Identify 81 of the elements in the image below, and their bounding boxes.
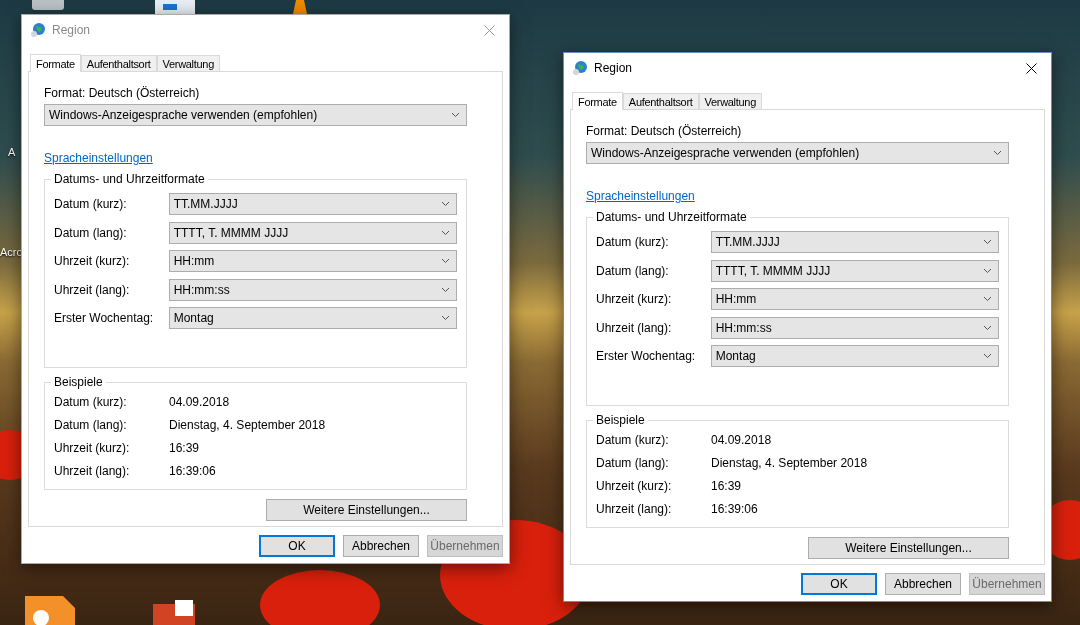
example-label: Datum (lang):: [54, 418, 128, 432]
window-title: Region: [594, 61, 634, 75]
format-dropdown[interactable]: HH:mm: [710, 288, 999, 311]
example-value: Dienstag, 4. September 2018: [711, 456, 868, 470]
format-dropdown[interactable]: Windows-Anzeigesprache verwenden (empfohlen): [44, 104, 467, 126]
format-dropdown[interactable]: TTTT, T. MMMM JJJJ: [710, 259, 999, 282]
field-label: Datum (lang):: [54, 225, 128, 240]
example-label: Uhrzeit (kurz):: [596, 479, 673, 493]
format-dropdown[interactable]: Windows-Anzeigesprache verwenden (empfohlen): [586, 142, 1009, 164]
more-settings-button[interactable]: Weitere Einstellungen...: [808, 536, 1009, 559]
chevron-down-icon: [441, 258, 450, 265]
example-label: Datum (lang):: [596, 456, 670, 470]
example-value: 04.09.2018: [711, 433, 772, 447]
desktop-icon-label: A: [8, 146, 16, 158]
format-dropdown[interactable]: Montag: [168, 307, 457, 330]
tab[interactable]: Aufenthaltsort: [80, 55, 157, 71]
globe-icon: [30, 22, 46, 38]
example-value: 16:39:06: [169, 464, 216, 478]
globe-icon: [572, 60, 588, 76]
format-label: Format: Deutsch (Österreich): [44, 86, 201, 100]
chevron-down-icon: [441, 286, 450, 293]
format-dropdown[interactable]: TTTT, T. MMMM JJJJ: [168, 221, 457, 244]
tab[interactable]: Formate: [572, 92, 623, 110]
field-label: Uhrzeit (lang):: [54, 282, 131, 297]
tab[interactable]: Verwaltung: [156, 55, 220, 71]
field-label: Datum (kurz):: [596, 235, 670, 250]
chevron-down-icon: [441, 315, 450, 322]
field-label: Erster Wochentag:: [54, 311, 155, 326]
example-label: Datum (kurz):: [54, 395, 128, 409]
chevron-down-icon: [441, 201, 450, 208]
group-title: Datums- und Uhrzeitformate: [51, 172, 208, 186]
example-value: 16:39: [169, 441, 200, 455]
window-icon[interactable]: [155, 0, 195, 14]
example-value: 16:39:06: [711, 502, 758, 516]
format-dropdown[interactable]: HH:mm: [168, 250, 457, 273]
presentation-icon[interactable]: [153, 600, 195, 625]
chevron-down-icon: [451, 112, 460, 118]
close-icon: [483, 24, 495, 36]
dialog-button[interactable]: OK: [801, 573, 877, 595]
more-settings-button[interactable]: Weitere Einstellungen...: [266, 498, 467, 521]
format-dropdown[interactable]: TT.MM.JJJJ: [168, 193, 457, 216]
tab[interactable]: Formate: [30, 54, 81, 72]
tab[interactable]: Verwaltung: [698, 93, 762, 109]
document-icon[interactable]: [25, 596, 75, 625]
window-title: Region: [52, 23, 92, 37]
chevron-down-icon: [983, 296, 992, 303]
close-icon: [1025, 62, 1037, 74]
example-label: Uhrzeit (lang):: [596, 502, 673, 516]
example-value: 04.09.2018: [169, 395, 230, 409]
field-label: Datum (lang):: [596, 263, 670, 278]
group-title: Beispiele: [51, 374, 106, 389]
tab[interactable]: Aufenthaltsort: [622, 93, 699, 109]
chevron-down-icon: [993, 150, 1002, 156]
example-label: Datum (kurz):: [596, 433, 670, 447]
language-settings-link[interactable]: Spracheinstellungen: [586, 189, 695, 203]
field-label: Uhrzeit (kurz):: [596, 292, 673, 307]
field-label: Uhrzeit (kurz):: [54, 254, 131, 269]
format-dropdown[interactable]: Montag: [710, 345, 999, 368]
field-label: Uhrzeit (lang):: [596, 320, 673, 335]
dialog-button[interactable]: Abbrechen: [885, 573, 961, 595]
desktop-icon-label: Acro: [0, 246, 23, 258]
group-title: Beispiele: [593, 412, 648, 427]
format-dropdown[interactable]: HH:mm:ss: [710, 316, 999, 339]
field-label: Erster Wochentag:: [596, 349, 697, 364]
example-label: Uhrzeit (kurz):: [54, 441, 131, 455]
example-value: 16:39: [711, 479, 742, 493]
group-title: Datums- und Uhrzeitformate: [593, 210, 750, 224]
chevron-down-icon: [983, 353, 992, 360]
format-label: Format: Deutsch (Österreich): [586, 124, 743, 138]
example-value: Dienstag, 4. September 2018: [169, 418, 326, 432]
language-settings-link[interactable]: Spracheinstellungen: [44, 151, 153, 165]
chevron-down-icon: [983, 267, 992, 274]
example-label: Uhrzeit (lang):: [54, 464, 131, 478]
chevron-down-icon: [983, 324, 992, 331]
format-dropdown[interactable]: TT.MM.JJJJ: [710, 231, 999, 254]
chevron-down-icon: [441, 229, 450, 236]
field-label: Datum (kurz):: [54, 197, 128, 212]
dialog-button[interactable]: Abbrechen: [343, 535, 419, 557]
format-dropdown[interactable]: HH:mm:ss: [168, 278, 457, 301]
chevron-down-icon: [983, 239, 992, 246]
dialog-button[interactable]: OK: [259, 535, 335, 557]
